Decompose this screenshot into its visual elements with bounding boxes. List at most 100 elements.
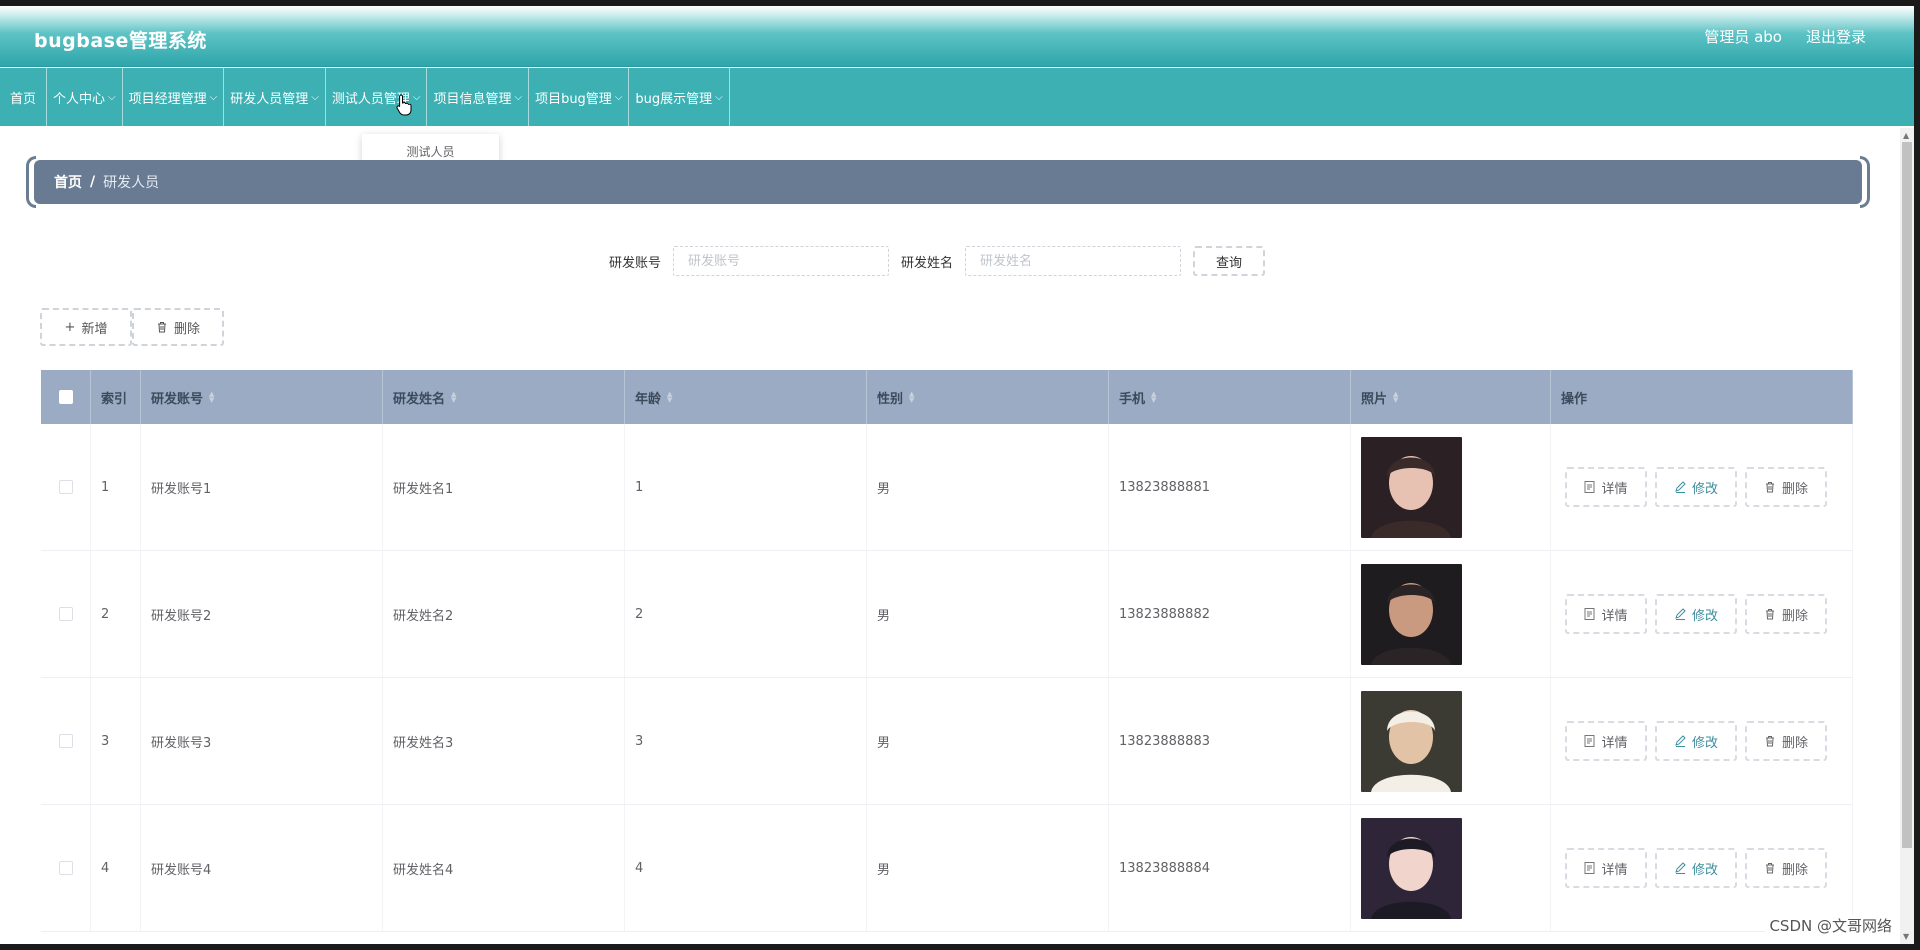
edit-button[interactable]: 修改 (1655, 721, 1737, 761)
col-header-photo[interactable]: 照片 ▲ ▼ (1351, 370, 1551, 424)
batch-delete-button[interactable]: 删除 (132, 308, 224, 346)
row-checkbox[interactable] (58, 607, 73, 621)
nav-item-tester-management[interactable]: 测试人员管理 ⌵ (326, 68, 428, 126)
document-icon (1584, 608, 1595, 620)
name-value: 研发姓名1 (393, 481, 454, 497)
edit-label: 修改 (1691, 608, 1718, 624)
age-value: 1 (635, 479, 644, 495)
sort-icon[interactable]: ▲ ▼ (451, 391, 456, 404)
account-value: 研发账号2 (151, 608, 212, 624)
detail-button[interactable]: 详情 (1565, 594, 1647, 634)
account-search-input[interactable] (673, 246, 890, 276)
nav-label: 项目bug管理 (535, 91, 612, 107)
logout-link[interactable]: 退出登录 (1806, 26, 1866, 47)
col-header-actions: 操作 (1551, 370, 1853, 424)
sort-icon[interactable]: ▲ ▼ (209, 391, 214, 404)
detail-label: 详情 (1601, 481, 1628, 497)
name-value: 研发姓名2 (393, 608, 454, 624)
sort-icon[interactable]: ▲ ▼ (1393, 391, 1398, 404)
detail-label: 详情 (1601, 608, 1628, 624)
edit-button[interactable]: 修改 (1655, 848, 1737, 888)
row-select-cell (41, 678, 91, 804)
nav-item-bug-display[interactable]: bug展示管理 ⌵ (629, 68, 730, 126)
avatar[interactable] (1361, 563, 1462, 665)
photo-cell (1351, 678, 1551, 804)
col-header-name[interactable]: 研发姓名 ▲ ▼ (383, 370, 625, 424)
delete-label: 删除 (1781, 608, 1808, 624)
account-label: 研发账号 (609, 255, 662, 271)
col-label: 研发账号 (151, 391, 204, 407)
index-value: 2 (101, 606, 110, 622)
current-user[interactable]: 管理员 abo (1704, 26, 1782, 47)
col-header-account[interactable]: 研发账号 ▲ ▼ (141, 370, 383, 424)
nav-item-home[interactable]: 首页 (0, 68, 48, 126)
phone-cell: 13823888884 (1109, 805, 1351, 931)
detail-button[interactable]: 详情 (1565, 721, 1647, 761)
sex-cell: 男 (867, 805, 1109, 931)
detail-button[interactable]: 详情 (1565, 848, 1647, 888)
actions-cell: 详情 修改 删除 (1551, 424, 1853, 550)
phone-value: 13823888883 (1119, 733, 1210, 749)
photo-cell (1351, 805, 1551, 931)
age-cell: 2 (625, 551, 867, 677)
vertical-scrollbar[interactable]: ▲ ▼ (1900, 128, 1914, 944)
scroll-down-icon[interactable]: ▼ (1903, 932, 1909, 941)
nav-home-label: 首页 (10, 91, 37, 107)
col-header-sex[interactable]: 性别 ▲ ▼ (867, 370, 1109, 424)
edit-label: 修改 (1691, 735, 1718, 751)
sex-cell: 男 (867, 551, 1109, 677)
avatar[interactable] (1361, 436, 1462, 538)
select-all-checkbox[interactable] (58, 390, 73, 404)
sort-icon[interactable]: ▲ ▼ (1151, 391, 1156, 404)
delete-button[interactable]: 删除 (1745, 721, 1827, 761)
portrait-image (1361, 563, 1462, 665)
sort-icon[interactable]: ▲ ▼ (909, 391, 914, 404)
phone-value: 13823888881 (1119, 479, 1210, 495)
header-select-all (41, 370, 91, 424)
edit-button[interactable]: 修改 (1655, 594, 1737, 634)
scrollbar-thumb[interactable] (1902, 142, 1912, 848)
age-value: 3 (635, 733, 644, 749)
col-label: 操作 (1561, 391, 1588, 407)
nav-item-project-info[interactable]: 项目信息管理 ⌵ (427, 68, 530, 126)
col-header-phone[interactable]: 手机 ▲ ▼ (1109, 370, 1351, 424)
add-button[interactable]: + 新增 (40, 308, 132, 346)
hand-cursor-icon (396, 94, 412, 116)
name-search-input[interactable] (965, 246, 1182, 276)
nav-item-pm-management[interactable]: 项目经理管理 ⌵ (123, 68, 225, 126)
phone-cell: 13823888881 (1109, 424, 1351, 550)
account-cell: 研发账号4 (141, 805, 383, 931)
scroll-up-icon[interactable]: ▲ (1903, 131, 1909, 140)
col-label: 手机 (1119, 391, 1146, 407)
detail-button[interactable]: 详情 (1565, 467, 1647, 507)
phone-value: 13823888884 (1119, 860, 1210, 876)
row-checkbox[interactable] (58, 861, 73, 875)
photo-cell (1351, 424, 1551, 550)
col-label: 照片 (1361, 391, 1388, 407)
row-checkbox[interactable] (58, 480, 73, 494)
breadcrumb-home[interactable]: 首页 (54, 172, 82, 192)
nav-item-dev-management[interactable]: 研发人员管理 ⌵ (224, 68, 326, 126)
chevron-down-icon: ⌵ (108, 91, 116, 103)
nav-item-personal-center[interactable]: 个人中心 ⌵ (47, 68, 123, 126)
table-header: 索引 研发账号 ▲ ▼ 研发姓名 ▲ ▼ 年龄 ▲ ▼ 性别 ▲ ▼ 手机 ▲ ▼ 照片 ▲ ▼ 操作 (41, 370, 1853, 424)
delete-button[interactable]: 删除 (1745, 848, 1827, 888)
trash-icon (1765, 609, 1774, 620)
avatar[interactable] (1361, 817, 1462, 919)
edit-button[interactable]: 修改 (1655, 467, 1737, 507)
row-checkbox[interactable] (58, 734, 73, 748)
query-button[interactable]: 查询 (1193, 246, 1266, 276)
pencil-icon (1675, 735, 1686, 747)
sort-icon[interactable]: ▲ ▼ (667, 391, 672, 404)
delete-label: 删除 (1781, 862, 1808, 878)
delete-button[interactable]: 删除 (1745, 594, 1827, 634)
delete-button[interactable]: 删除 (1745, 467, 1827, 507)
index-value: 4 (101, 860, 110, 876)
top-header: bugbase管理系统 管理员 abo 退出登录 (0, 6, 1914, 67)
row-select-cell (41, 551, 91, 677)
nav-item-project-bug[interactable]: 项目bug管理 ⌵ (529, 68, 630, 126)
avatar[interactable] (1361, 690, 1462, 792)
col-header-age[interactable]: 年龄 ▲ ▼ (625, 370, 867, 424)
age-cell: 4 (625, 805, 867, 931)
col-label: 索引 (101, 391, 128, 407)
